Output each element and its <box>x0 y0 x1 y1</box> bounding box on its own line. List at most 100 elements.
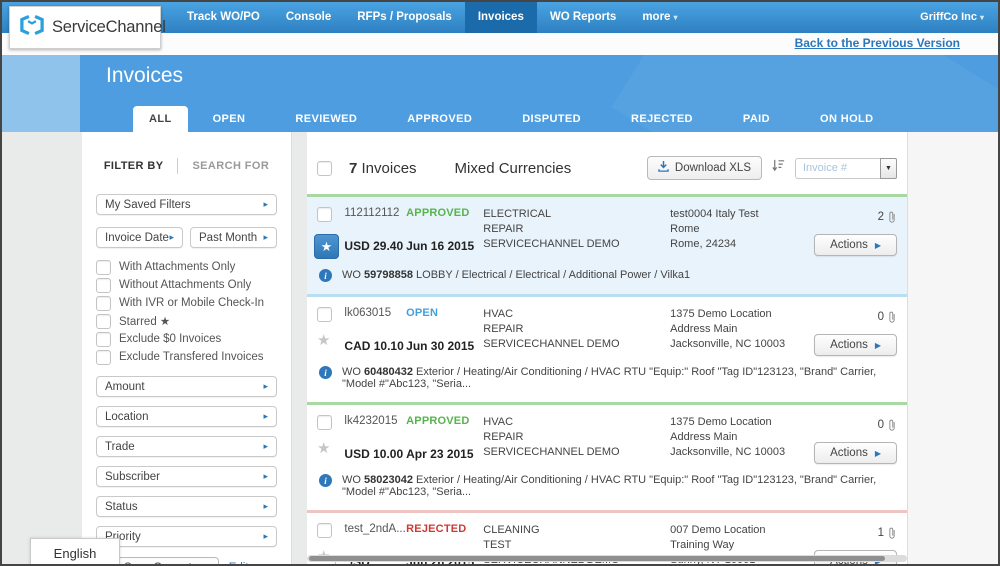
attachment-count[interactable]: 1 <box>878 527 897 539</box>
tab-rejected[interactable]: REJECTED <box>606 106 718 132</box>
nav-item-track-wopo[interactable]: Track WO/PO <box>174 2 273 33</box>
invoice-number[interactable]: 112112112 <box>344 207 406 222</box>
subscriber-dropdown[interactable]: Subscriber▸ <box>96 466 277 487</box>
attachment-count[interactable]: 2 <box>878 211 897 223</box>
info-icon[interactable]: i <box>319 269 332 282</box>
invoice-date-dropdown[interactable]: Invoice Date ▸ <box>96 227 183 248</box>
sort-icon[interactable] <box>771 158 786 178</box>
nav-item-rfps-proposals[interactable]: RFPs / Proposals <box>344 2 465 33</box>
checkbox-with-attachments[interactable]: With Attachments Only <box>96 260 277 274</box>
count-number: 7 <box>349 160 357 177</box>
trade-line: REPAIR <box>483 322 670 337</box>
tab-paid[interactable]: PAID <box>718 106 795 132</box>
invoice-number[interactable]: lk4232015 <box>344 415 406 430</box>
wo-number[interactable]: 58023042 <box>364 474 413 486</box>
star-toggle-on[interactable]: ★ <box>314 234 339 259</box>
row-checkbox[interactable] <box>317 415 332 430</box>
edit-filters-link[interactable]: Edit Filters <box>229 562 277 566</box>
checkbox-without-attachments[interactable]: Without Attachments Only <box>96 278 277 292</box>
checkbox[interactable] <box>96 350 111 365</box>
checkbox-starred[interactable]: Starred ★ <box>96 314 277 328</box>
attachment-number: 2 <box>878 211 884 223</box>
paperclip-icon <box>887 311 897 323</box>
info-icon[interactable]: i <box>319 474 332 487</box>
location-line: 1375 Demo Location <box>670 307 814 322</box>
saved-filters-dropdown[interactable]: My Saved Filters ▸ <box>96 194 277 215</box>
download-xls-button[interactable]: Download XLS <box>647 156 762 180</box>
attachment-count[interactable]: 0 <box>878 311 897 323</box>
page-banner: Invoices ALL OPEN REVIEWED APPROVED DISP… <box>2 55 998 132</box>
tab-approved[interactable]: APPROVED <box>382 106 497 132</box>
location-line: Rome <box>670 222 814 237</box>
nav-item-invoices[interactable]: Invoices <box>465 2 537 33</box>
select-dropdown-button[interactable]: ▼ <box>880 158 897 179</box>
chevron-right-icon: ▸ <box>263 531 268 542</box>
info-icon[interactable]: i <box>319 366 332 379</box>
invoice-number[interactable]: lk063015 <box>344 307 406 322</box>
invoice-amount: USD 29.40 <box>344 239 406 253</box>
account-menu[interactable]: GriffCo Inc▾ <box>920 2 984 33</box>
status-dropdown[interactable]: Status▸ <box>96 496 277 517</box>
tab-open[interactable]: OPEN <box>188 106 271 132</box>
actions-button[interactable]: Actions ▶ <box>814 234 897 256</box>
wo-number[interactable]: 60480432 <box>364 366 413 378</box>
attachment-number: 1 <box>878 527 884 539</box>
trade-line: TEST <box>483 538 670 553</box>
checkbox-exclude-zero-invoices[interactable]: Exclude $0 Invoices <box>96 332 277 346</box>
invoice-row: ★ lk063015 CAD 10.10 OPEN Jun 30 2015 HV… <box>307 294 907 402</box>
wo-number[interactable]: 59798858 <box>364 269 413 281</box>
location-dropdown[interactable]: Location▸ <box>96 406 277 427</box>
dropdown-label: Amount <box>105 381 145 393</box>
checkbox[interactable] <box>96 278 111 293</box>
location-line: Address Main <box>670 322 814 337</box>
attachment-count[interactable]: 0 <box>878 419 897 431</box>
language-selector[interactable]: English <box>30 538 120 566</box>
tab-search-for[interactable]: SEARCH FOR <box>192 160 269 172</box>
nav-item-console[interactable]: Console <box>273 2 344 33</box>
brand-logo[interactable]: ServiceChannel <box>9 6 161 49</box>
wo-description: Exterior / Heating/Air Conditioning / HV… <box>342 474 876 498</box>
row-checkbox[interactable] <box>317 523 332 538</box>
checkbox-ivr-mobile-checkin[interactable]: With IVR or Mobile Check-In <box>96 296 277 310</box>
actions-label: Actions <box>830 239 868 251</box>
location-line: Jacksonville, NC 10003 <box>670 337 814 352</box>
horizontal-scrollbar[interactable] <box>307 555 907 562</box>
checkbox-exclude-transfered[interactable]: Exclude Transfered Invoices <box>96 350 277 364</box>
tab-on-hold[interactable]: ON HOLD <box>795 106 899 132</box>
wo-description: LOBBY / Electrical / Electrical / Additi… <box>416 269 690 281</box>
chevron-right-icon: ▶ <box>875 449 881 458</box>
tab-all[interactable]: ALL <box>133 106 188 132</box>
location-line: 1375 Demo Location <box>670 415 814 430</box>
filter-sidebar: FILTER BY SEARCH FOR My Saved Filters ▸ … <box>82 132 292 564</box>
date-range-dropdown[interactable]: Past Month ▸ <box>190 227 277 248</box>
priority-dropdown[interactable]: Priority▸ <box>96 526 277 547</box>
dropdown-label: Trade <box>105 441 135 453</box>
chevron-down-icon: ▾ <box>673 13 677 22</box>
checkbox[interactable] <box>96 332 111 347</box>
checkbox[interactable] <box>96 296 111 311</box>
invoice-number[interactable]: test_2ndA... <box>344 523 406 538</box>
row-checkbox[interactable] <box>317 307 332 322</box>
checkbox[interactable] <box>96 260 111 275</box>
star-toggle-off[interactable]: ★ <box>317 442 330 456</box>
amount-dropdown[interactable]: Amount▸ <box>96 376 277 397</box>
tab-filter-by[interactable]: FILTER BY <box>104 160 164 172</box>
trade-line: CLEANING <box>483 523 670 538</box>
actions-button[interactable]: Actions ▶ <box>814 442 897 464</box>
invoice-number-input[interactable] <box>795 158 880 179</box>
date-range-value: Past Month <box>199 232 257 244</box>
back-to-previous-version-link[interactable]: Back to the Previous Version <box>795 36 960 50</box>
filter-checkboxes: With Attachments Only Without Attachment… <box>96 260 277 364</box>
select-all-checkbox[interactable] <box>317 161 332 176</box>
checkbox[interactable] <box>96 314 111 329</box>
tab-disputed[interactable]: DISPUTED <box>497 106 606 132</box>
row-checkbox[interactable] <box>317 207 332 222</box>
scrollbar-thumb[interactable] <box>309 556 885 561</box>
trade-dropdown[interactable]: Trade▸ <box>96 436 277 457</box>
attachment-number: 0 <box>878 419 884 431</box>
actions-button[interactable]: Actions ▶ <box>814 334 897 356</box>
nav-item-more[interactable]: more▾ <box>629 2 690 33</box>
nav-item-wo-reports[interactable]: WO Reports <box>537 2 629 33</box>
star-toggle-off[interactable]: ★ <box>317 334 330 348</box>
tab-reviewed[interactable]: REVIEWED <box>270 106 382 132</box>
